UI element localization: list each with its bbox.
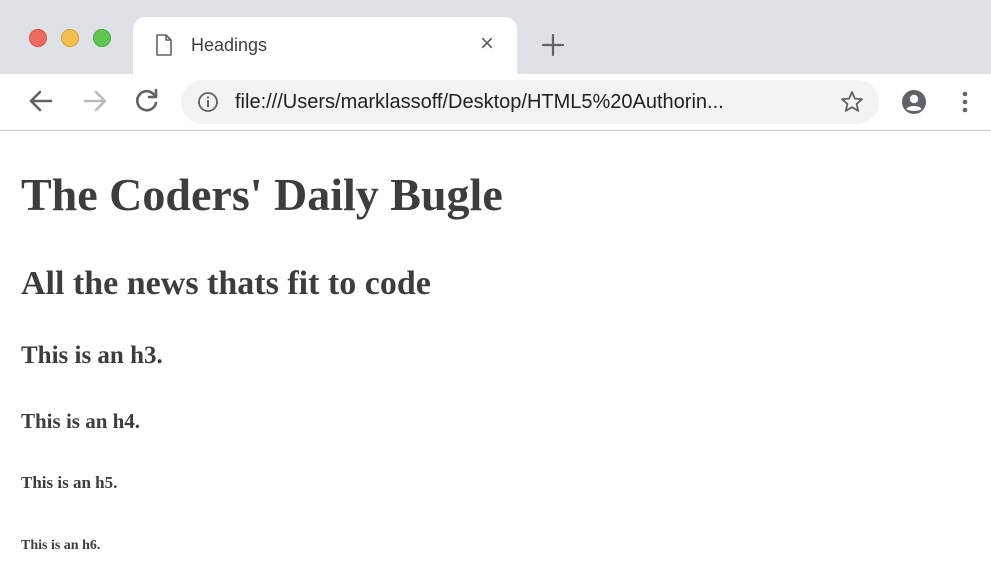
- heading-h6: This is an h6.: [21, 538, 101, 553]
- plus-icon[interactable]: [540, 32, 566, 58]
- tab-headings[interactable]: Headings ×: [133, 17, 517, 74]
- arrow-right-icon[interactable]: [80, 86, 110, 116]
- heading-h3: This is an h3.: [21, 342, 163, 369]
- heading-h5: This is an h5.: [21, 473, 118, 492]
- heading-h2: All the news thats fit to code: [21, 265, 431, 302]
- document-icon: [156, 34, 172, 56]
- tab-title: Headings: [191, 35, 268, 55]
- zoom-window-button[interactable]: [93, 29, 111, 47]
- minimize-window-button[interactable]: [61, 29, 79, 47]
- account-icon[interactable]: [901, 89, 927, 115]
- close-tab-icon[interactable]: ×: [475, 32, 499, 56]
- tab-strip: Headings ×: [0, 0, 991, 74]
- address-bar[interactable]: file:///Users/marklassoff/Desktop/HTML5%…: [181, 80, 879, 124]
- reload-icon[interactable]: [132, 86, 162, 116]
- url-text[interactable]: file:///Users/marklassoff/Desktop/HTML5%…: [235, 89, 815, 115]
- heading-h4: This is an h4.: [21, 409, 141, 433]
- arrow-left-icon[interactable]: [26, 86, 56, 116]
- heading-h1: The Coders' Daily Bugle: [21, 169, 503, 220]
- close-window-button[interactable]: [29, 29, 47, 47]
- star-icon[interactable]: [839, 89, 865, 115]
- page-content: The Coders' Daily Bugle All the news tha…: [0, 131, 991, 567]
- kebab-menu-icon[interactable]: [957, 89, 973, 115]
- browser-window: Headings × file:///Users/marklassoff/Des…: [0, 0, 991, 567]
- browser-toolbar: file:///Users/marklassoff/Desktop/HTML5%…: [0, 74, 991, 131]
- info-icon[interactable]: [197, 91, 219, 113]
